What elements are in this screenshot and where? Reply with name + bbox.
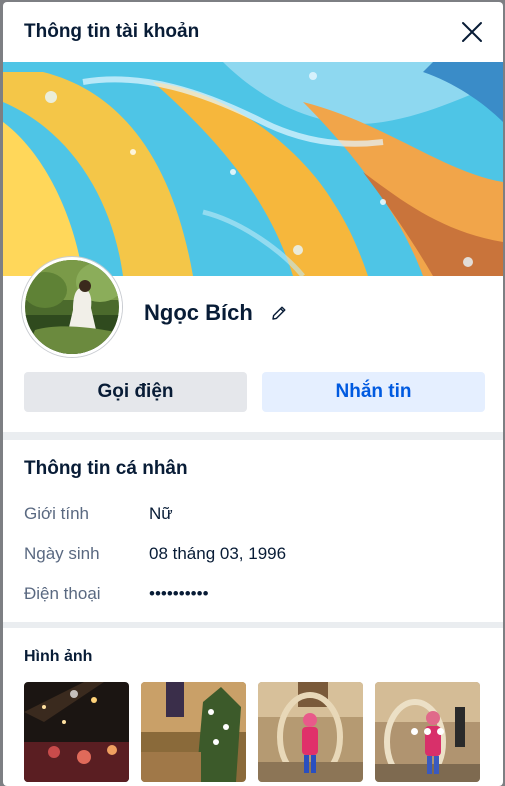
close-button[interactable] [459, 19, 485, 45]
modal-title: Thông tin tài khoản [24, 21, 200, 42]
section-divider [3, 432, 503, 440]
avatar-image [25, 260, 119, 354]
info-row-birthday: Ngày sinh 08 tháng 03, 1996 [24, 534, 482, 574]
message-button[interactable]: Nhắn tin [262, 372, 485, 412]
call-button[interactable]: Gọi điện [24, 372, 247, 412]
photo-image [24, 682, 129, 782]
photo-image [258, 682, 363, 782]
photo-thumbnail[interactable] [141, 682, 246, 782]
gender-value: Nữ [149, 504, 173, 523]
personal-info-section: Thông tin cá nhân Giới tính Nữ Ngày sinh… [3, 458, 503, 614]
photo-thumbnail[interactable] [258, 682, 363, 782]
dot-icon [437, 728, 444, 735]
cover-photo[interactable] [3, 62, 503, 276]
photo-image [141, 682, 246, 782]
close-icon [462, 22, 482, 42]
info-row-phone: Điện thoại •••••••••• [24, 574, 482, 614]
edit-name-button[interactable] [267, 301, 291, 325]
name-area: Ngọc Bích [144, 300, 291, 326]
account-info-modal: Thông tin tài khoản Ngọc Bích Gọi điện N… [3, 2, 503, 786]
info-row-gender: Giới tính Nữ [24, 494, 482, 534]
phone-value: •••••••••• [149, 584, 209, 603]
profile-name: Ngọc Bích [144, 300, 253, 325]
action-buttons: Gọi điện Nhắn tin [3, 372, 503, 412]
birthday-label: Ngày sinh [24, 544, 100, 563]
photo-thumbnail[interactable] [375, 682, 480, 782]
dot-icon [411, 728, 418, 735]
phone-label: Điện thoại [24, 584, 101, 603]
cover-image [3, 62, 503, 276]
photo-strip [3, 682, 503, 782]
photo-thumbnail[interactable] [24, 682, 129, 782]
pencil-icon [272, 306, 286, 320]
dot-icon [424, 728, 431, 735]
birthday-value: 08 tháng 03, 1996 [149, 544, 287, 563]
more-photos-indicator [375, 728, 480, 735]
avatar[interactable] [22, 257, 122, 357]
modal-header: Thông tin tài khoản [3, 2, 503, 62]
personal-info-title: Thông tin cá nhân [24, 458, 188, 479]
section-divider [3, 622, 503, 628]
gender-label: Giới tính [24, 504, 90, 523]
photos-title: Hình ảnh [24, 648, 93, 665]
profile-row: Ngọc Bích [3, 257, 503, 372]
